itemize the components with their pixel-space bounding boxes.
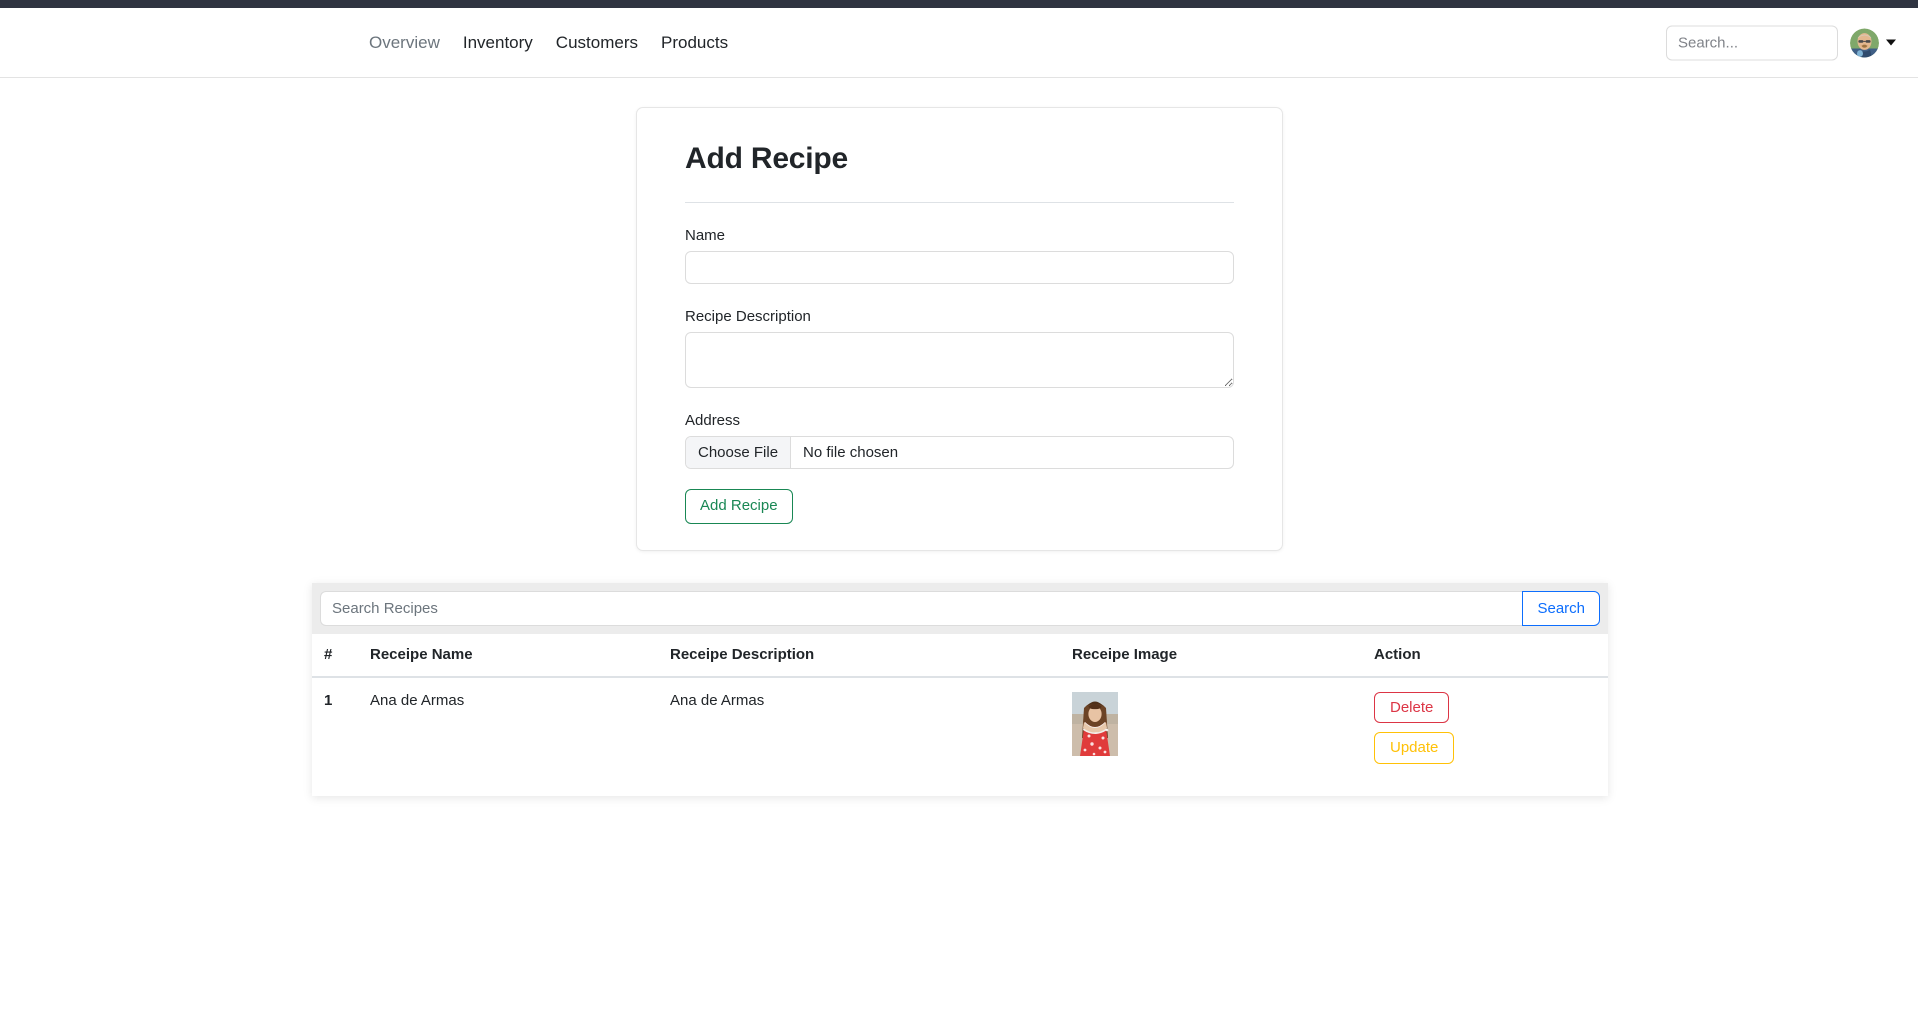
label-name: Name bbox=[685, 227, 726, 244]
recipes-panel: Search # Receipe Name Receipe Descriptio… bbox=[312, 583, 1608, 796]
label-address: Address bbox=[685, 412, 741, 429]
file-chosen-status: No file chosen bbox=[803, 444, 899, 461]
caret-down-icon bbox=[1886, 39, 1896, 46]
top-accent-bar bbox=[0, 0, 1918, 8]
nav-link-products[interactable]: Products bbox=[661, 33, 728, 53]
cell-recipe-name: Ana de Armas bbox=[370, 677, 670, 796]
recipe-image-file-input[interactable]: Choose File No file chosen bbox=[685, 436, 1234, 469]
global-search-input[interactable] bbox=[1666, 25, 1838, 60]
column-header-description: Receipe Description bbox=[670, 634, 1072, 678]
recipe-name-input[interactable] bbox=[685, 251, 1234, 284]
cell-row-number: 1 bbox=[312, 677, 370, 796]
recipe-thumbnail-icon bbox=[1072, 692, 1118, 756]
recipes-table-head: # Receipe Name Receipe Description Recei… bbox=[312, 634, 1608, 678]
nav-link-customers[interactable]: Customers bbox=[556, 33, 638, 53]
field-description: Recipe Description bbox=[685, 308, 1234, 388]
table-header-row: # Receipe Name Receipe Description Recei… bbox=[312, 634, 1608, 678]
nav-link-overview[interactable]: Overview bbox=[369, 33, 440, 53]
update-recipe-button[interactable]: Update bbox=[1374, 732, 1455, 764]
column-header-action: Action bbox=[1374, 634, 1608, 678]
recipes-search-input[interactable] bbox=[320, 591, 1523, 626]
recipe-description-textarea[interactable] bbox=[685, 332, 1234, 388]
table-row: 1 Ana de Armas Ana de Armas Delete Updat… bbox=[312, 677, 1608, 796]
column-header-name: Receipe Name bbox=[370, 634, 670, 678]
column-header-image: Receipe Image bbox=[1072, 634, 1374, 678]
cell-actions: Delete Update bbox=[1374, 677, 1608, 796]
nav-link-inventory[interactable]: Inventory bbox=[463, 33, 533, 53]
cell-recipe-description: Ana de Armas bbox=[670, 677, 1072, 796]
label-description: Recipe Description bbox=[685, 308, 811, 325]
field-name: Name bbox=[685, 227, 1234, 284]
navbar-right-group bbox=[1666, 25, 1896, 60]
cell-recipe-image bbox=[1072, 677, 1374, 796]
recipes-table-body: 1 Ana de Armas Ana de Armas Delete Updat… bbox=[312, 677, 1608, 796]
card-divider bbox=[685, 202, 1234, 203]
add-recipe-submit-button[interactable]: Add Recipe bbox=[685, 489, 793, 524]
recipes-table: # Receipe Name Receipe Description Recei… bbox=[312, 634, 1608, 796]
account-menu-toggle[interactable] bbox=[1850, 28, 1896, 57]
delete-recipe-button[interactable]: Delete bbox=[1374, 692, 1450, 724]
top-navbar: Overview Inventory Customers Products bbox=[0, 8, 1918, 78]
field-address-file: Address Choose File No file chosen bbox=[685, 412, 1234, 469]
main-nav-links: Overview Inventory Customers Products bbox=[369, 33, 728, 53]
column-header-num: # bbox=[312, 634, 370, 678]
add-recipe-card: Add Recipe Name Recipe Description Addre… bbox=[636, 107, 1283, 551]
recipes-search-button[interactable]: Search bbox=[1522, 591, 1600, 626]
user-avatar-icon bbox=[1850, 28, 1879, 57]
choose-file-button[interactable]: Choose File bbox=[686, 437, 792, 468]
card-title: Add Recipe bbox=[685, 142, 849, 175]
add-recipe-form: Name Recipe Description Address Choose F… bbox=[661, 227, 1258, 524]
recipes-search-bar: Search bbox=[312, 583, 1608, 634]
